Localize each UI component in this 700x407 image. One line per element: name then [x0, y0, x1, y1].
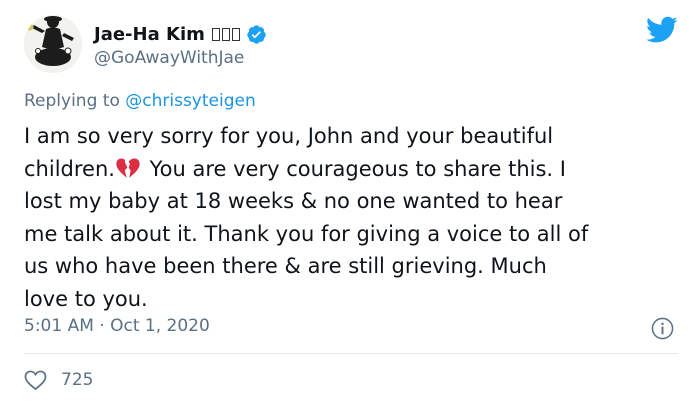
- avatar-photo: [24, 15, 82, 73]
- name-emoji-glyphs: [211, 27, 242, 41]
- info-icon[interactable]: [651, 317, 674, 340]
- tweet-text-line: me talk about it. Thank you for giving a…: [24, 221, 589, 246]
- like-action[interactable]: 725: [24, 368, 93, 392]
- twitter-bird-icon[interactable]: [646, 16, 678, 44]
- heart-outline-icon[interactable]: [24, 370, 47, 391]
- author-name-row[interactable]: Jae-Ha Kim: [94, 21, 267, 47]
- missing-glyph-box: [231, 27, 240, 41]
- replying-to: Replying to @chrissyteigen: [24, 91, 256, 111]
- tweet-text-line: I am so very sorry for you, John and you…: [24, 124, 554, 148]
- tweet-text: I am so very sorry for you, John and you…: [24, 120, 684, 315]
- tweet-text-line: love to you.: [24, 286, 148, 311]
- tweet-text-segment: You are very courageous to share this. I: [142, 156, 566, 181]
- tweet-text-segment: children.: [24, 156, 115, 181]
- tweet-text-line: lost my baby at 18 weeks & no one wanted…: [24, 189, 563, 213]
- tweet-timestamp[interactable]: 5:01 AM · Oct 1, 2020: [24, 316, 210, 336]
- replying-to-label: Replying to: [24, 91, 126, 111]
- missing-glyph-box: [211, 27, 220, 41]
- replying-to-handle[interactable]: @chrissyteigen: [125, 91, 255, 111]
- tweet-card: Jae-Ha Kim @GoAwayWithJae Replying to @c…: [0, 0, 700, 407]
- divider: [24, 353, 678, 354]
- tweet-text-line: children. You are very courageous to sha…: [24, 153, 684, 186]
- tweet-text-line: us who have been there & are still griev…: [24, 254, 547, 278]
- verified-badge-icon: [247, 24, 266, 44]
- missing-glyph-box: [221, 27, 230, 41]
- author-display-name[interactable]: Jae-Ha Kim: [94, 24, 205, 45]
- broken-heart-icon: [116, 157, 140, 178]
- author-handle[interactable]: @GoAwayWithJae: [94, 48, 244, 68]
- avatar[interactable]: [24, 15, 82, 73]
- like-count: 725: [61, 370, 94, 390]
